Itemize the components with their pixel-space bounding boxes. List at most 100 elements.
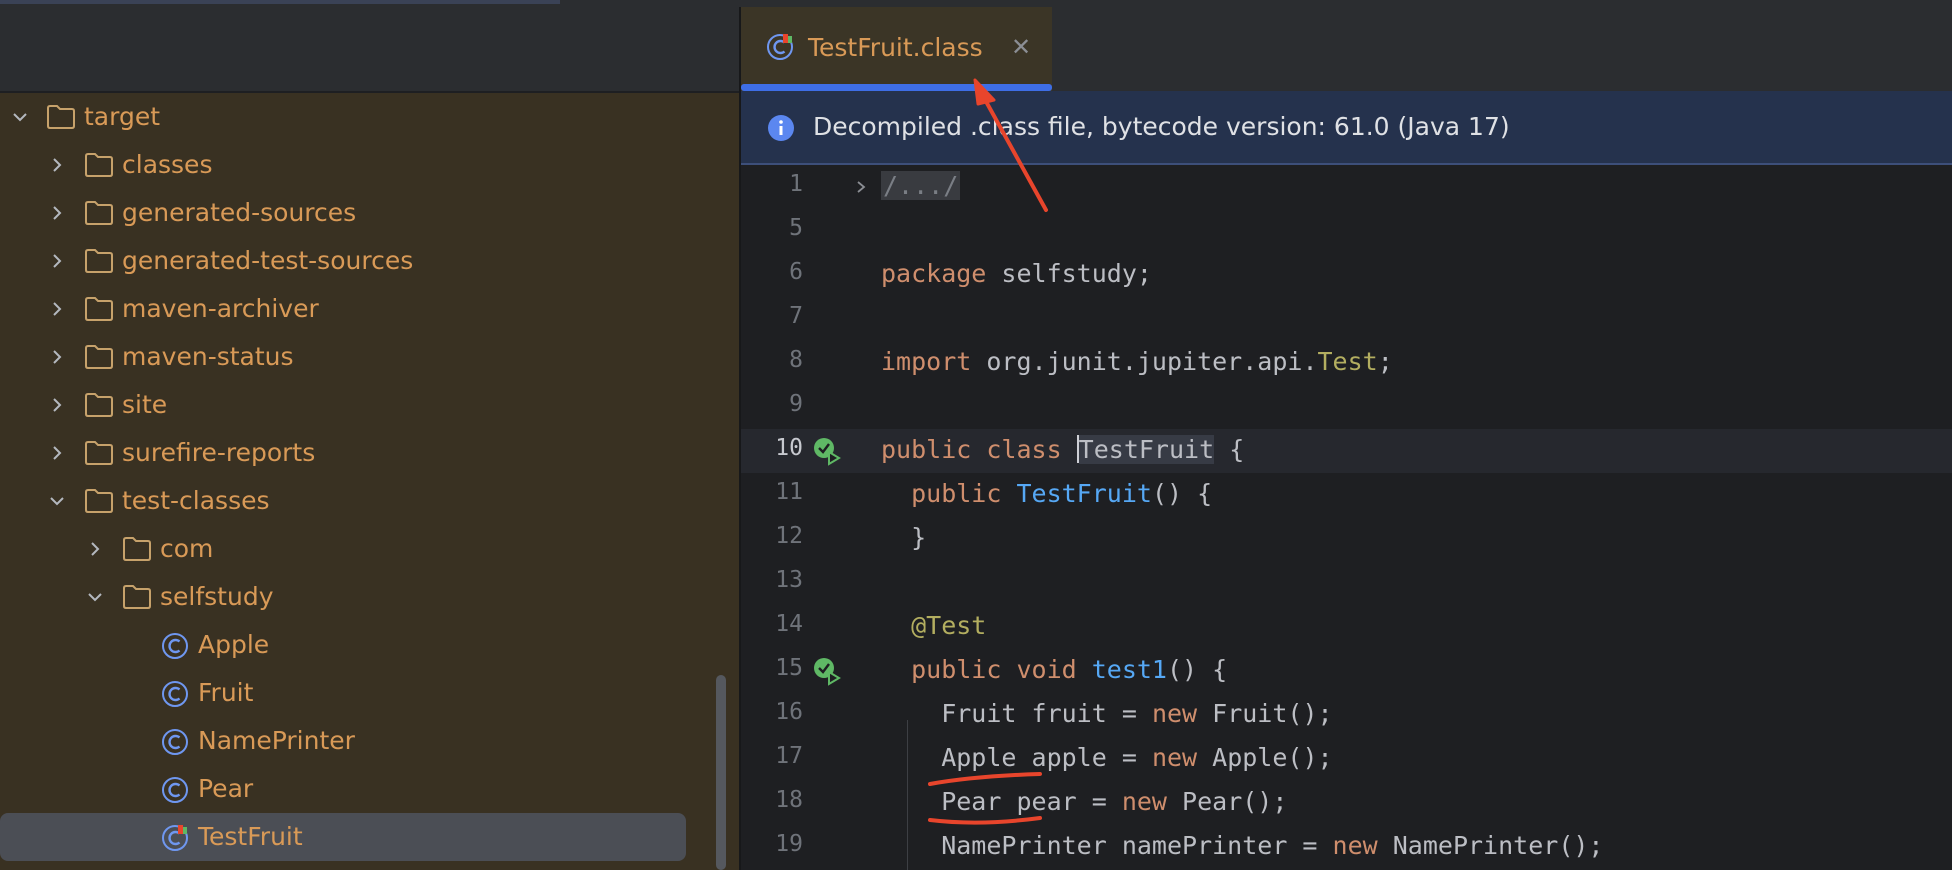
tree-item-apple[interactable]: Apple <box>0 621 700 669</box>
line-number: 1 <box>789 171 803 197</box>
chevron-right-icon[interactable] <box>85 539 105 559</box>
line-number: 12 <box>775 523 803 549</box>
project-scrollbar[interactable] <box>716 675 726 870</box>
project-tool-window: target classes generated-sources generat… <box>0 7 739 870</box>
annotation: @Test <box>881 611 987 640</box>
folder-icon <box>84 152 114 178</box>
code-text: Pear pear = new Pear(); <box>881 785 1287 819</box>
chevron-down-icon[interactable] <box>10 107 30 127</box>
folder-icon <box>122 536 152 562</box>
code-line[interactable]: 5 <box>741 209 1952 253</box>
tree-item-nameprinter[interactable]: NamePrinter <box>0 717 700 765</box>
keyword: new <box>1151 699 1198 728</box>
code-text: } <box>881 523 927 552</box>
class-icon <box>160 631 190 661</box>
code-line[interactable]: 1 /.../ <box>741 165 1952 209</box>
active-tab-indicator <box>741 84 1052 91</box>
line-number: 5 <box>789 215 803 241</box>
function-name: test1 <box>1091 655 1167 684</box>
code-line-current[interactable]: 10 public class TestFruit { <box>741 429 1952 473</box>
line-number: 18 <box>775 787 803 813</box>
code-line[interactable]: 19 NamePrinter namePrinter = new NamePri… <box>741 825 1952 869</box>
tree-item-maven-archiver[interactable]: maven-archiver <box>0 285 700 333</box>
code-text: import org.junit.jupiter.api.Test; <box>881 345 1393 379</box>
tree-item-fruit[interactable]: Fruit <box>0 669 700 717</box>
tree-item-label: classes <box>122 150 213 179</box>
window-top-strip <box>0 0 1952 7</box>
code-editor[interactable]: 1 /.../ 5 6 package selfstudy; 7 8 impor… <box>741 165 1952 870</box>
code-line[interactable]: 17 Apple apple = new Apple(); <box>741 737 1952 781</box>
class-icon <box>160 679 190 709</box>
code-token: () { <box>1166 655 1228 684</box>
code-line[interactable]: 18 Pear pear = new Pear(); <box>741 781 1952 825</box>
tree-item-label: Apple <box>198 630 270 659</box>
tree-item-target[interactable]: target <box>0 93 700 141</box>
tree-item-label: com <box>160 534 214 563</box>
tab-testfruit-class[interactable]: TestFruit.class ✕ <box>741 7 1052 91</box>
tree-item-classes[interactable]: classes <box>0 141 700 189</box>
code-token: Apple(); <box>1197 743 1333 772</box>
chevron-right-icon[interactable] <box>47 299 67 319</box>
code-line[interactable]: 8 import org.junit.jupiter.api.Test; <box>741 341 1952 385</box>
folded-region[interactable]: /.../ <box>881 171 961 200</box>
line-number: 15 <box>775 655 803 681</box>
tree-item-partial <box>0 861 700 870</box>
folder-icon <box>84 488 114 514</box>
run-test-icon[interactable] <box>812 656 842 686</box>
class-icon <box>160 775 190 805</box>
tree-item-label: Pear <box>198 774 254 803</box>
tree-item-generated-test-sources[interactable]: generated-test-sources <box>0 237 700 285</box>
chevron-right-icon[interactable] <box>47 347 67 367</box>
chevron-right-icon[interactable] <box>47 251 67 271</box>
tree-item-com[interactable]: com <box>0 525 700 573</box>
keyword: public class <box>881 435 1077 464</box>
tree-item-label: surefire-reports <box>122 438 316 467</box>
line-number: 14 <box>775 611 803 637</box>
code-line[interactable]: 6 package selfstudy; <box>741 253 1952 297</box>
code-token: { <box>1214 435 1245 464</box>
tree-item-maven-status[interactable]: maven-status <box>0 333 700 381</box>
tree-item-pear[interactable]: Pear <box>0 765 700 813</box>
tree-item-label: generated-test-sources <box>122 246 414 275</box>
code-line[interactable]: 9 <box>741 385 1952 429</box>
code-token: Pear(); <box>1166 787 1288 816</box>
code-line[interactable]: 16 Fruit fruit = new Fruit(); <box>741 693 1952 737</box>
close-icon[interactable]: ✕ <box>1009 33 1033 61</box>
code-token: NamePrinter(); <box>1377 831 1604 860</box>
code-line[interactable]: 13 <box>741 561 1952 605</box>
line-number: 19 <box>775 831 803 857</box>
run-test-icon[interactable] <box>812 436 842 466</box>
code-line[interactable]: 12 } <box>741 517 1952 561</box>
code-line[interactable]: 14 @Test <box>741 605 1952 649</box>
chevron-right-icon[interactable] <box>47 155 67 175</box>
code-line[interactable]: 7 <box>741 297 1952 341</box>
tree-item-surefire-reports[interactable]: surefire-reports <box>0 429 700 477</box>
editor-area: TestFruit.class ✕ Decompiled .class file… <box>739 7 1952 870</box>
chevron-right-icon[interactable] <box>47 443 67 463</box>
tree-item-selfstudy[interactable]: selfstudy <box>0 573 700 621</box>
code-line[interactable]: 15 public void test1() { <box>741 649 1952 693</box>
editor-tab-bar: TestFruit.class ✕ <box>741 7 1952 91</box>
code-text: package selfstudy; <box>881 257 1152 291</box>
chevron-down-icon[interactable] <box>85 587 105 607</box>
chevron-right-icon[interactable] <box>47 203 67 223</box>
keyword: new <box>1151 743 1198 772</box>
tree-item-label: site <box>122 390 168 419</box>
tree-item-testfruit[interactable]: TestFruit <box>0 813 686 861</box>
chevron-down-icon[interactable] <box>47 491 67 511</box>
code-line[interactable]: 11 public TestFruit() { <box>741 473 1952 517</box>
fold-expand-icon[interactable] <box>853 178 869 196</box>
chevron-right-icon[interactable] <box>47 395 67 415</box>
line-number: 6 <box>789 259 803 285</box>
keyword: new <box>1332 831 1378 860</box>
tree-item-generated-sources[interactable]: generated-sources <box>0 189 700 237</box>
folder-icon <box>84 296 114 322</box>
folder-icon <box>84 200 114 226</box>
code-token: () { <box>1151 479 1213 508</box>
tree-item-test-classes[interactable]: test-classes <box>0 477 700 525</box>
folder-icon <box>84 344 114 370</box>
tree-item-label: generated-sources <box>122 198 357 227</box>
code-text: @Test <box>881 609 986 643</box>
folder-icon <box>84 440 114 466</box>
tree-item-site[interactable]: site <box>0 381 700 429</box>
